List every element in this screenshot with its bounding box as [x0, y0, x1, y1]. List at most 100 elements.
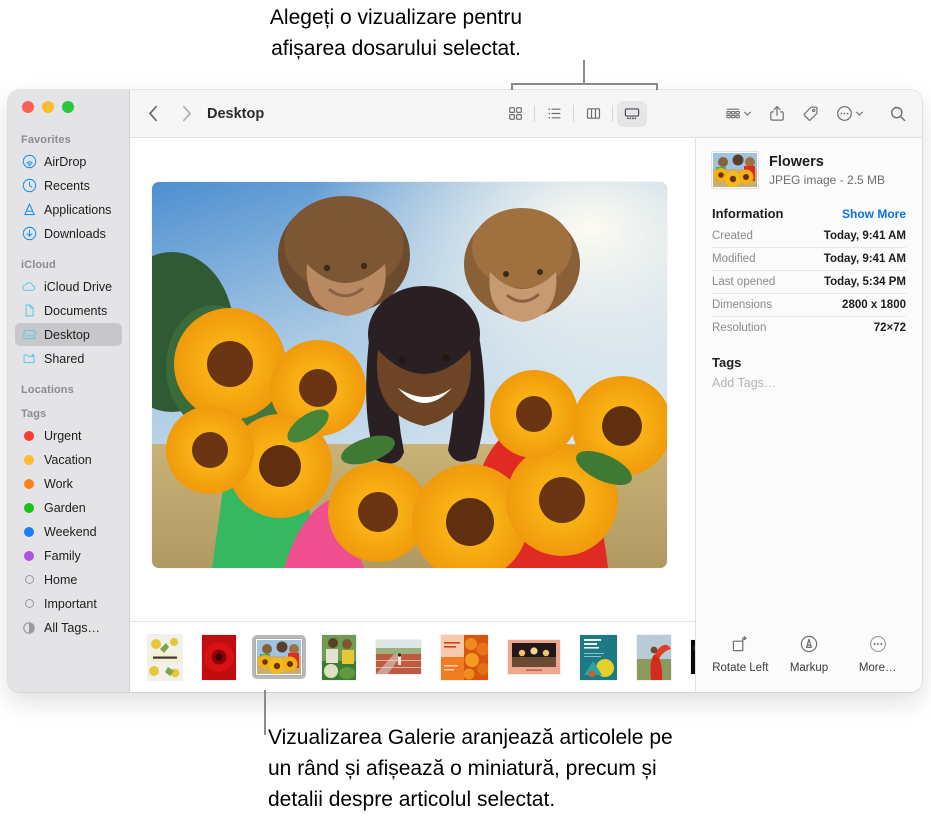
- sidebar-item-tag-vacation[interactable]: Vacation: [15, 448, 122, 471]
- thumb-pumpkin-flyer[interactable]: [437, 631, 492, 684]
- toolbar-right-group: [720, 100, 912, 128]
- sidebar-item-tag-urgent[interactable]: Urgent: [15, 424, 122, 447]
- tag-dot-icon: [21, 524, 37, 540]
- sidebar-item-desktop[interactable]: Desktop: [15, 323, 122, 346]
- icon-view-button[interactable]: [500, 101, 530, 127]
- info-row-value: Today, 9:41 AM: [823, 253, 906, 265]
- info-header: Flowers JPEG image - 2.5 MB: [696, 138, 922, 188]
- info-row-key: Resolution: [712, 322, 767, 334]
- tag-dot-icon: [21, 500, 37, 516]
- search-button[interactable]: [869, 100, 912, 128]
- share-button[interactable]: [757, 100, 790, 128]
- info-row-dimensions: Dimensions 2800 x 1800: [712, 294, 906, 317]
- sidebar-item-airdrop[interactable]: AirDrop: [15, 150, 122, 173]
- file-name: Flowers: [769, 153, 824, 170]
- sidebar-item-documents[interactable]: Documents: [15, 299, 122, 322]
- thumb-dark-leaf[interactable]: [687, 636, 695, 678]
- info-row-resolution: Resolution 72×72: [712, 317, 906, 339]
- tag-dot-icon: [21, 428, 37, 444]
- sidebar-item-label: Work: [44, 476, 73, 491]
- sidebar-item-applications[interactable]: Applications: [15, 198, 122, 221]
- callout-top-stem: [583, 60, 585, 85]
- thumb-garden[interactable]: [318, 631, 360, 684]
- info-row-value: 72×72: [873, 322, 906, 334]
- sidebar-item-downloads[interactable]: Downloads: [15, 222, 122, 245]
- group-by-button[interactable]: [720, 100, 757, 128]
- info-row-value: Today, 9:41 AM: [823, 230, 906, 242]
- clock-icon: [21, 178, 37, 194]
- thumb-red-flower[interactable]: [198, 631, 240, 684]
- list-view-button[interactable]: [539, 101, 569, 127]
- sidebar-item-recents[interactable]: Recents: [15, 174, 122, 197]
- tag-ring-icon: [21, 596, 37, 612]
- tag-ring-icon: [21, 572, 37, 588]
- info-header-text: Flowers JPEG image - 2.5 MB: [769, 154, 885, 187]
- sidebar-item-tag-important[interactable]: Important: [15, 592, 122, 615]
- forward-button[interactable]: [175, 101, 197, 127]
- more-button[interactable]: More…: [843, 631, 912, 674]
- thumb-district-poster[interactable]: [144, 631, 186, 684]
- shared-folder-icon: [21, 351, 37, 367]
- gallery-view-button[interactable]: [617, 100, 647, 127]
- toolbar: Desktop: [130, 90, 922, 138]
- file-kind-size: JPEG image - 2.5 MB: [769, 172, 886, 187]
- minimize-button[interactable]: [42, 101, 54, 113]
- sunflowers-photo: [152, 182, 667, 568]
- thumbnail-filmstrip[interactable]: [130, 621, 695, 692]
- add-tags-field[interactable]: Add Tags…: [696, 370, 922, 390]
- sidebar-header-favorites: Favorites: [21, 134, 71, 146]
- sidebar-scroll-area[interactable]: Favorites AirDrop Recents Applications D…: [8, 127, 129, 692]
- thumb-flowers[interactable]: [252, 635, 306, 679]
- window-controls: [22, 101, 74, 113]
- sidebar-item-label: Vacation: [44, 452, 92, 467]
- breadcrumb[interactable]: Desktop: [207, 106, 264, 122]
- sidebar-item-label: Recents: [44, 178, 90, 193]
- more-actions-button[interactable]: [824, 100, 869, 128]
- info-thumbnail: [712, 152, 758, 188]
- zoom-button[interactable]: [62, 101, 74, 113]
- info-row-key: Created: [712, 230, 753, 242]
- info-row-key: Last opened: [712, 276, 776, 288]
- sidebar-item-shared[interactable]: Shared: [15, 347, 122, 370]
- back-button[interactable]: [142, 101, 164, 127]
- callout-top-bracket: [511, 83, 658, 85]
- close-button[interactable]: [22, 101, 34, 113]
- sidebar-item-label: Shared: [44, 351, 85, 366]
- thumb-dinner-card[interactable]: [504, 636, 564, 678]
- sidebar-item-tag-work[interactable]: Work: [15, 472, 122, 495]
- column-view-button[interactable]: [578, 101, 608, 127]
- information-title: Information: [712, 206, 784, 221]
- finder-window: Favorites AirDrop Recents Applications D…: [8, 90, 922, 692]
- sidebar-header-locations: Locations: [21, 384, 74, 396]
- tag-button[interactable]: [790, 100, 824, 128]
- info-row-created: Created Today, 9:41 AM: [712, 225, 906, 248]
- sidebar-item-label: Documents: [44, 303, 108, 318]
- sidebar-item-tag-home[interactable]: Home: [15, 568, 122, 591]
- thumb-track[interactable]: [372, 636, 425, 678]
- view-separator-1: [534, 105, 535, 122]
- view-separator-3: [612, 105, 613, 122]
- callout-top-text: Alegeți o vizualizare pentru afișarea do…: [269, 6, 523, 60]
- sidebar-item-tag-family[interactable]: Family: [15, 544, 122, 567]
- info-row-value: Today, 5:34 PM: [823, 276, 906, 288]
- sidebar-item-tag-weekend[interactable]: Weekend: [15, 520, 122, 543]
- sidebar-item-tag-garden[interactable]: Garden: [15, 496, 122, 519]
- show-more-link[interactable]: Show More: [842, 207, 906, 221]
- info-row-last-opened: Last opened Today, 5:34 PM: [712, 271, 906, 294]
- all-tags-icon: [21, 620, 37, 636]
- rotate-left-icon: [730, 631, 750, 657]
- sidebar-item-icloud-drive[interactable]: iCloud Drive: [15, 275, 122, 298]
- hero-preview[interactable]: [152, 182, 667, 568]
- thumb-red-scarf[interactable]: [633, 631, 675, 684]
- rotate-left-button[interactable]: Rotate Left: [706, 631, 775, 674]
- sidebar-item-all-tags[interactable]: All Tags…: [15, 616, 122, 639]
- document-icon: [21, 303, 37, 319]
- sidebar: Favorites AirDrop Recents Applications D…: [8, 90, 130, 692]
- callout-bottom-text: Vizualizarea Galerie aranjează articolel…: [268, 726, 673, 811]
- chevron-down-icon: [743, 109, 752, 118]
- view-switcher: [500, 100, 647, 128]
- markup-button[interactable]: Markup: [775, 631, 844, 674]
- info-row-key: Modified: [712, 253, 756, 265]
- info-row-key: Dimensions: [712, 299, 773, 311]
- thumb-marketing-plan[interactable]: [576, 631, 621, 684]
